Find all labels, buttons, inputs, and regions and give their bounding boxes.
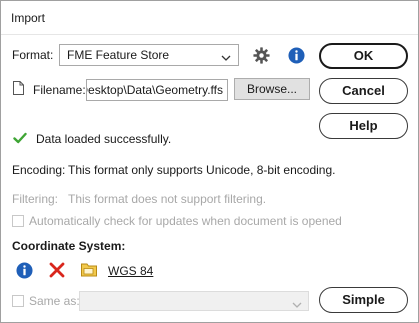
chevron-down-icon (221, 51, 231, 65)
info-icon[interactable] (16, 262, 33, 282)
cancel-button[interactable]: Cancel (319, 78, 408, 104)
encoding-label: Encoding: (12, 163, 66, 177)
filtering-label: Filtering: (12, 192, 59, 206)
folder-icon[interactable] (81, 262, 97, 280)
encoding-text: This format only supports Unicode, 8-bit… (68, 163, 336, 177)
filename-label: Filename: (33, 83, 86, 97)
same-as-label: Same as: (29, 294, 80, 308)
window-title: Import (11, 11, 46, 25)
format-label: Format: (12, 48, 54, 62)
simple-button[interactable]: Simple (319, 287, 408, 313)
help-button[interactable]: Help (319, 113, 408, 139)
auto-check-label: Automatically check for updates when doc… (29, 214, 342, 228)
checkmark-icon (13, 132, 27, 147)
coordinate-system-heading: Coordinate System: (12, 239, 126, 253)
title-bar: Import (1, 1, 418, 35)
filename-value: \Desktop\Data\Geometry.ffs (86, 83, 223, 97)
import-dialog: Import Format: FME Feature Store OK Canc… (0, 0, 419, 323)
chevron-down-icon (292, 298, 302, 312)
auto-check-checkbox[interactable] (12, 215, 24, 227)
format-value: FME Feature Store (67, 48, 170, 62)
gear-icon[interactable] (253, 47, 270, 67)
filename-field[interactable]: \Desktop\Data\Geometry.ffs (86, 79, 228, 101)
ok-button[interactable]: OK (319, 43, 408, 69)
format-dropdown[interactable]: FME Feature Store (59, 44, 239, 66)
info-icon[interactable] (288, 47, 305, 67)
browse-button[interactable]: Browse... (234, 78, 310, 100)
delete-icon[interactable] (49, 262, 65, 281)
file-icon (13, 81, 24, 98)
status-message: Data loaded successfully. (36, 132, 172, 146)
same-as-checkbox[interactable] (12, 295, 24, 307)
filtering-text: This format does not support filtering. (68, 192, 267, 206)
coordinate-system-link[interactable]: WGS 84 (108, 264, 153, 278)
same-as-dropdown[interactable] (79, 291, 309, 311)
